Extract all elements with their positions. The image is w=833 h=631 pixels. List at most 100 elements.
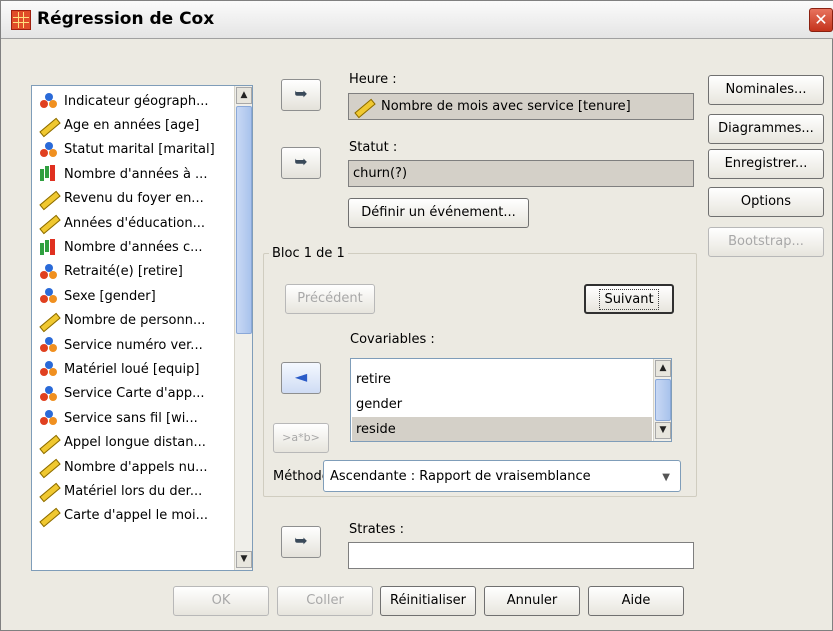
scroll-up-arrow-icon[interactable]: ▲ (655, 360, 671, 377)
variable-list-item[interactable]: Statut marital [marital] (32, 138, 232, 162)
bootstrap-button[interactable]: Bootstrap... (708, 227, 824, 257)
method-dropdown[interactable]: Ascendante : Rapport de vraisemblance ▼ (323, 460, 681, 492)
variable-list[interactable]: Indicateur géograph... Age en années [age… (31, 85, 253, 571)
arrow-right-icon: ➥ (294, 152, 308, 171)
scroll-up-arrow-icon[interactable]: ▲ (236, 87, 252, 104)
move-to-status-button[interactable]: ➥ (281, 147, 321, 179)
time-label: Heure : (349, 72, 397, 87)
nominal-measure-icon (38, 336, 58, 354)
variable-list-item[interactable]: Service numéro ver... (32, 333, 232, 357)
variable-label: Indicateur géograph... (64, 93, 209, 109)
variable-label: Nombre de personn... (64, 313, 206, 329)
save-button[interactable]: Enregistrer... (708, 149, 824, 179)
method-value: Ascendante : Rapport de vraisemblance (330, 468, 591, 484)
status-field-value: churn(?) (353, 166, 408, 181)
variable-list-item[interactable]: Age en années [age] (32, 113, 232, 137)
variable-label: Années d'éducation... (64, 215, 206, 231)
window-title: Régression de Cox (37, 9, 215, 29)
variable-label: Matériel loué [equip] (64, 361, 200, 377)
scrollbar-thumb[interactable] (655, 379, 671, 421)
title-bar: Régression de Cox ✕ (1, 1, 833, 39)
covariates-label: Covariables : (350, 332, 435, 347)
variable-list-item[interactable]: Appel longue distan... (32, 430, 232, 454)
define-event-button[interactable]: Définir un événement... (348, 198, 529, 228)
variable-label: Appel longue distan... (64, 435, 206, 451)
cancel-button[interactable]: Annuler (484, 586, 580, 616)
nominal-measure-icon (38, 263, 58, 281)
variable-list-item[interactable]: Retraité(e) [retire] (32, 260, 232, 284)
variable-label: Statut marital [marital] (64, 142, 215, 158)
status-field[interactable]: churn(?) (348, 160, 694, 187)
variable-label: Sexe [gender] (64, 288, 156, 304)
nominal-measure-icon (38, 409, 58, 427)
move-to-strata-button[interactable]: ➥ (281, 526, 321, 558)
variable-list-item[interactable]: Nombre d'appels nu... (32, 455, 232, 479)
variable-list-item[interactable]: Matériel lors du der... (32, 479, 232, 503)
variable-list-item[interactable]: Sexe [gender] (32, 284, 232, 308)
time-field-value: Nombre de mois avec service [tenure] (381, 99, 631, 114)
variable-label: Service sans fil [wi... (64, 410, 198, 426)
scale-ruler-icon (353, 98, 375, 116)
scale-measure-icon (38, 117, 58, 135)
interaction-button[interactable]: >a*b> (273, 423, 329, 453)
variable-list-item[interactable]: Service Carte d'app... (32, 382, 232, 406)
block-title: Bloc 1 de 1 (269, 246, 348, 261)
variable-list-item[interactable]: Nombre d'années c... (32, 235, 232, 259)
variable-list-item[interactable]: Nombre d'années à ... (32, 162, 232, 186)
scroll-down-arrow-icon[interactable]: ▼ (655, 422, 671, 439)
scale-measure-icon (38, 434, 58, 452)
variable-label: Service Carte d'app... (64, 386, 205, 402)
options-button[interactable]: Options (708, 187, 824, 217)
next-button[interactable]: Suivant (584, 284, 674, 314)
variable-list-scrollbar[interactable]: ▲ ▼ (234, 86, 252, 570)
nominal-measure-icon (38, 360, 58, 378)
ordinal-measure-icon (38, 165, 58, 183)
nominal-measure-icon (38, 92, 58, 110)
paste-button[interactable]: Coller (277, 586, 373, 616)
previous-button[interactable]: Précédent (285, 284, 375, 314)
reset-button[interactable]: Réinitialiser (380, 586, 476, 616)
cox-regression-dialog: Régression de Cox ✕ Indicateur géograph.… (0, 0, 833, 631)
covariate-item[interactable]: gender (352, 392, 652, 416)
covariates-scrollbar[interactable]: ▲ ▼ (653, 359, 671, 441)
variable-list-items: Indicateur géograph... Age en années [age… (32, 89, 232, 528)
help-button[interactable]: Aide (588, 586, 684, 616)
covariate-item[interactable]: retire (352, 367, 652, 391)
variable-label: Nombre d'appels nu... (64, 459, 208, 475)
ordinal-measure-icon (38, 238, 58, 257)
variable-list-item[interactable]: Matériel loué [equip] (32, 357, 232, 381)
covariate-item-selected[interactable]: reside (352, 417, 652, 441)
scale-measure-icon (38, 214, 58, 232)
variable-list-item[interactable]: Indicateur géograph... (32, 89, 232, 113)
variable-label: Matériel lors du der... (64, 483, 203, 499)
variable-list-item[interactable]: Nombre de personn... (32, 309, 232, 333)
spss-table-icon (11, 10, 31, 30)
scroll-down-arrow-icon[interactable]: ▼ (236, 551, 252, 568)
covariates-list[interactable]: retire gender reside ▲ ▼ (350, 358, 672, 442)
variable-label: Carte d'appel le moi... (64, 508, 209, 524)
scale-measure-icon (38, 482, 58, 500)
move-to-time-button[interactable]: ➥ (281, 79, 321, 111)
variable-list-item[interactable]: Carte d'appel le moi... (32, 504, 232, 528)
ok-button[interactable]: OK (173, 586, 269, 616)
variable-list-item[interactable]: Service sans fil [wi... (32, 406, 232, 430)
scale-measure-icon (38, 507, 58, 525)
variable-label: Retraité(e) [retire] (64, 264, 183, 280)
status-label: Statut : (349, 140, 398, 155)
time-field[interactable]: Nombre de mois avec service [tenure] (348, 93, 694, 120)
move-to-covariates-button[interactable]: ◄ (281, 362, 321, 394)
scale-measure-icon (38, 190, 58, 208)
variable-label: Nombre d'années à ... (64, 166, 208, 182)
variable-list-item[interactable]: Années d'éducation... (32, 211, 232, 235)
strata-field[interactable] (348, 542, 694, 569)
variable-list-item[interactable]: Revenu du foyer en... (32, 187, 232, 211)
close-button[interactable]: ✕ (809, 8, 833, 32)
arrow-right-icon: ➥ (294, 531, 308, 550)
nominal-button[interactable]: Nominales... (708, 75, 824, 105)
variable-label: Revenu du foyer en... (64, 191, 204, 207)
variable-label: Service numéro ver... (64, 337, 203, 353)
variable-label: Age en années [age] (64, 118, 200, 134)
scrollbar-thumb[interactable] (236, 106, 252, 334)
nominal-measure-icon (38, 385, 58, 403)
plots-button[interactable]: Diagrammes... (708, 114, 824, 144)
